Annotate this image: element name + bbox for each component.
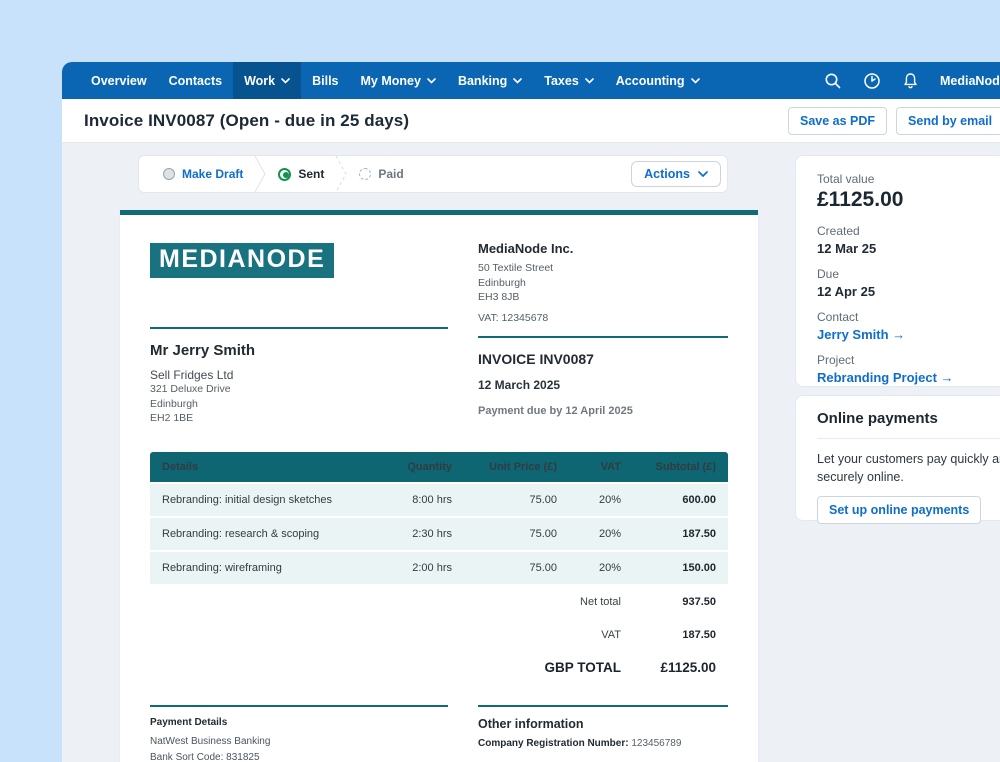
nav-item-work[interactable]: Work — [233, 62, 301, 99]
set-up-online-payments-button[interactable]: Set up online payments — [817, 496, 981, 524]
online-payments-card: Online payments Let your customers pay q… — [795, 395, 1000, 521]
step-paid[interactable]: Paid — [349, 167, 413, 181]
search-icon[interactable] — [824, 72, 842, 90]
divider — [150, 327, 448, 329]
chevron-down-icon — [281, 78, 290, 84]
chevron-down-icon — [427, 78, 436, 84]
client-address-line: EH2 1BE — [150, 411, 448, 426]
top-nav: Overview Contacts Work Bills My Money Ba… — [62, 62, 1000, 99]
timer-icon[interactable] — [863, 72, 881, 90]
created-label: Created — [817, 224, 1000, 238]
online-payments-title: Online payments — [817, 410, 1000, 439]
client-address-line: 321 Deluxe Drive — [150, 382, 448, 397]
sent-radio-icon — [278, 168, 291, 181]
step-make-draft[interactable]: Make Draft — [153, 167, 253, 181]
company-vat: VAT: 12345678 — [478, 312, 728, 324]
paid-radio-icon — [359, 168, 371, 180]
created-value: 12 Mar 25 — [817, 241, 1000, 256]
divider — [478, 336, 728, 338]
nav-item-accounting[interactable]: Accounting — [605, 62, 711, 99]
step-separator-icon — [253, 156, 268, 192]
divider — [478, 705, 728, 707]
invoice-due-note: Payment due by 12 April 2025 — [478, 405, 728, 417]
col-header-details: Details — [150, 461, 376, 473]
table-row: Rebranding: initial design sketches 8:00… — [150, 484, 728, 516]
table-row: Rebranding: wireframing 2:00 hrs 75.00 2… — [150, 552, 728, 584]
invoice-summary-card: Total value £1125.00 Created 12 Mar 25 D… — [795, 155, 1000, 387]
company-name: MediaNode Inc. — [478, 241, 728, 256]
actions-button[interactable]: Actions — [631, 161, 721, 187]
other-information-block: Other information Company Registration N… — [478, 705, 728, 762]
table-header-row: Details Quantity Unit Price (£) VAT Subt… — [150, 452, 728, 482]
invoice-title: INVOICE INV0087 — [478, 351, 728, 367]
chevron-down-icon — [698, 171, 708, 177]
nav-item-contacts[interactable]: Contacts — [158, 62, 233, 99]
contact-link[interactable]: Jerry Smith → — [817, 327, 1000, 342]
company-address-line: Edinburgh — [478, 276, 728, 291]
invoice-status-stepper: Make Draft Sent Paid Actions — [138, 155, 728, 193]
company-logo: MEDIANODE — [150, 243, 334, 278]
nav-item-bills[interactable]: Bills — [301, 62, 349, 99]
invoice-date: 12 March 2025 — [478, 378, 728, 392]
net-total-row: Net total 937.50 — [150, 586, 728, 617]
online-payments-body: Let your customers pay quickly and secur… — [817, 450, 1000, 486]
app-window: Overview Contacts Work Bills My Money Ba… — [62, 62, 1000, 762]
chevron-down-icon — [691, 78, 700, 84]
client-company: Sell Fridges Ltd — [150, 368, 448, 382]
grand-total-row: GBP TOTAL £1125.00 — [150, 652, 728, 683]
client-name: Mr Jerry Smith — [150, 342, 448, 359]
page-title: Invoice INV0087 (Open - due in 25 days) — [62, 111, 409, 131]
due-label: Due — [817, 267, 1000, 281]
total-value-label: Total value — [817, 172, 1000, 186]
company-reg-value: 123456789 — [631, 738, 681, 749]
invoice-document: MEDIANODE Mr Jerry Smith Sell Fridges Lt… — [120, 210, 758, 762]
save-as-pdf-button[interactable]: Save as PDF — [788, 107, 887, 135]
header-buttons: Save as PDF Send by email More — [788, 107, 1000, 135]
nav-item-my-money[interactable]: My Money — [350, 62, 447, 99]
col-header-vat: VAT — [569, 461, 633, 473]
other-information-title: Other information — [478, 717, 728, 731]
col-header-subtotal: Subtotal (£) — [633, 461, 728, 473]
total-value-amount: £1125.00 — [817, 188, 1000, 212]
client-address-line: Edinburgh — [150, 397, 448, 412]
send-by-email-button[interactable]: Send by email — [896, 107, 1000, 135]
step-sent[interactable]: Sent — [268, 167, 334, 181]
nav-item-taxes[interactable]: Taxes — [533, 62, 605, 99]
chevron-down-icon — [513, 78, 522, 84]
company-reg-label: Company Registration Number: — [478, 738, 629, 749]
payment-details-block: Payment Details NatWest Business Banking… — [150, 705, 448, 762]
chevron-down-icon — [585, 78, 594, 84]
account-menu[interactable]: MediaNode — [940, 74, 1000, 88]
nav-item-banking[interactable]: Banking — [447, 62, 533, 99]
col-header-quantity: Quantity — [376, 461, 464, 473]
nav-item-overview[interactable]: Overview — [80, 62, 158, 99]
payment-details-title: Payment Details — [150, 717, 448, 728]
divider — [150, 705, 448, 707]
page-header: Invoice INV0087 (Open - due in 25 days) … — [62, 99, 1000, 143]
bell-icon[interactable] — [902, 72, 919, 90]
contact-label: Contact — [817, 310, 1000, 324]
table-row: Rebranding: research & scoping 2:30 hrs … — [150, 518, 728, 550]
company-address-line: 50 Textile Street — [478, 261, 728, 276]
draft-radio-icon — [163, 168, 175, 180]
vat-total-row: VAT 187.50 — [150, 619, 728, 650]
col-header-unit-price: Unit Price (£) — [464, 461, 569, 473]
project-link[interactable]: Rebranding Project → — [817, 370, 1000, 385]
project-label: Project — [817, 353, 1000, 367]
due-value: 12 Apr 25 — [817, 284, 1000, 299]
nav-right-cluster: MediaNode — [824, 62, 1000, 99]
step-separator-dashed-icon — [334, 156, 349, 192]
company-address-line: EH3 8JB — [478, 290, 728, 305]
line-items-table: Details Quantity Unit Price (£) VAT Subt… — [150, 452, 728, 683]
